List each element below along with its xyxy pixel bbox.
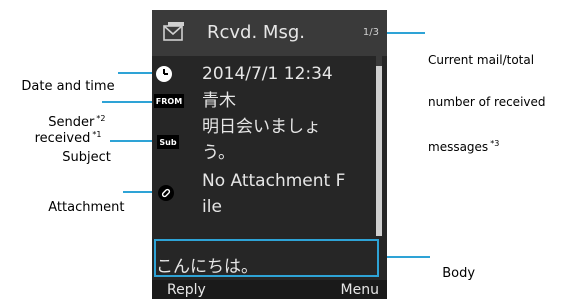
callout-sender-label: Sender (48, 115, 95, 130)
subject-line2: う。 (202, 143, 235, 163)
callout-sender: Sender *2 (40, 95, 105, 131)
callout-body: Body (434, 250, 475, 282)
clock-icon (156, 66, 172, 82)
body-text: こんにちは。 (156, 257, 258, 277)
mail-icon (163, 22, 184, 41)
paperclip-icon (158, 185, 174, 201)
callout-counter-line2: number of received (428, 95, 546, 109)
attachment-line2: ile (202, 197, 222, 217)
from-badge: FROM (154, 94, 184, 108)
callout-counter-line3: messages (428, 140, 489, 154)
callout-date-time-line1: Date and time (21, 79, 115, 94)
callout-counter-line3-wrap: messages *3 (428, 137, 546, 154)
subject-line1: 明日会いましょ (202, 117, 321, 137)
screen-title: Rcvd. Msg. (207, 22, 305, 43)
date-time-value: 2014/7/1 12:34 (202, 64, 333, 84)
callout-counter-line1: Current mail/total (428, 53, 535, 67)
sub-badge: Sub (157, 135, 179, 149)
callout-counter: Current mail/total number of received me… (428, 25, 546, 168)
callout-body-label: Body (442, 266, 476, 281)
callout-sender-note: *2 (96, 114, 106, 123)
callout-counter-note: *3 (490, 139, 500, 148)
reply-softkey[interactable]: Reply (167, 282, 206, 298)
attachment-line1: No Attachment F (202, 171, 346, 191)
phone-screen: Rcvd. Msg. 1/3 2014/7/1 12:34 FROM 青木 Su… (152, 10, 387, 299)
scrollbar-thumb[interactable] (376, 66, 382, 236)
sender-value: 青木 (202, 91, 236, 111)
callout-subject-label: Subject (62, 150, 111, 165)
callout-subject: Subject (54, 134, 111, 166)
callout-attachment-label: Attachment (48, 200, 125, 215)
message-counter: 1/3 (362, 27, 379, 38)
callout-attachment: Attachment (40, 184, 124, 216)
menu-softkey[interactable]: Menu (341, 282, 379, 298)
